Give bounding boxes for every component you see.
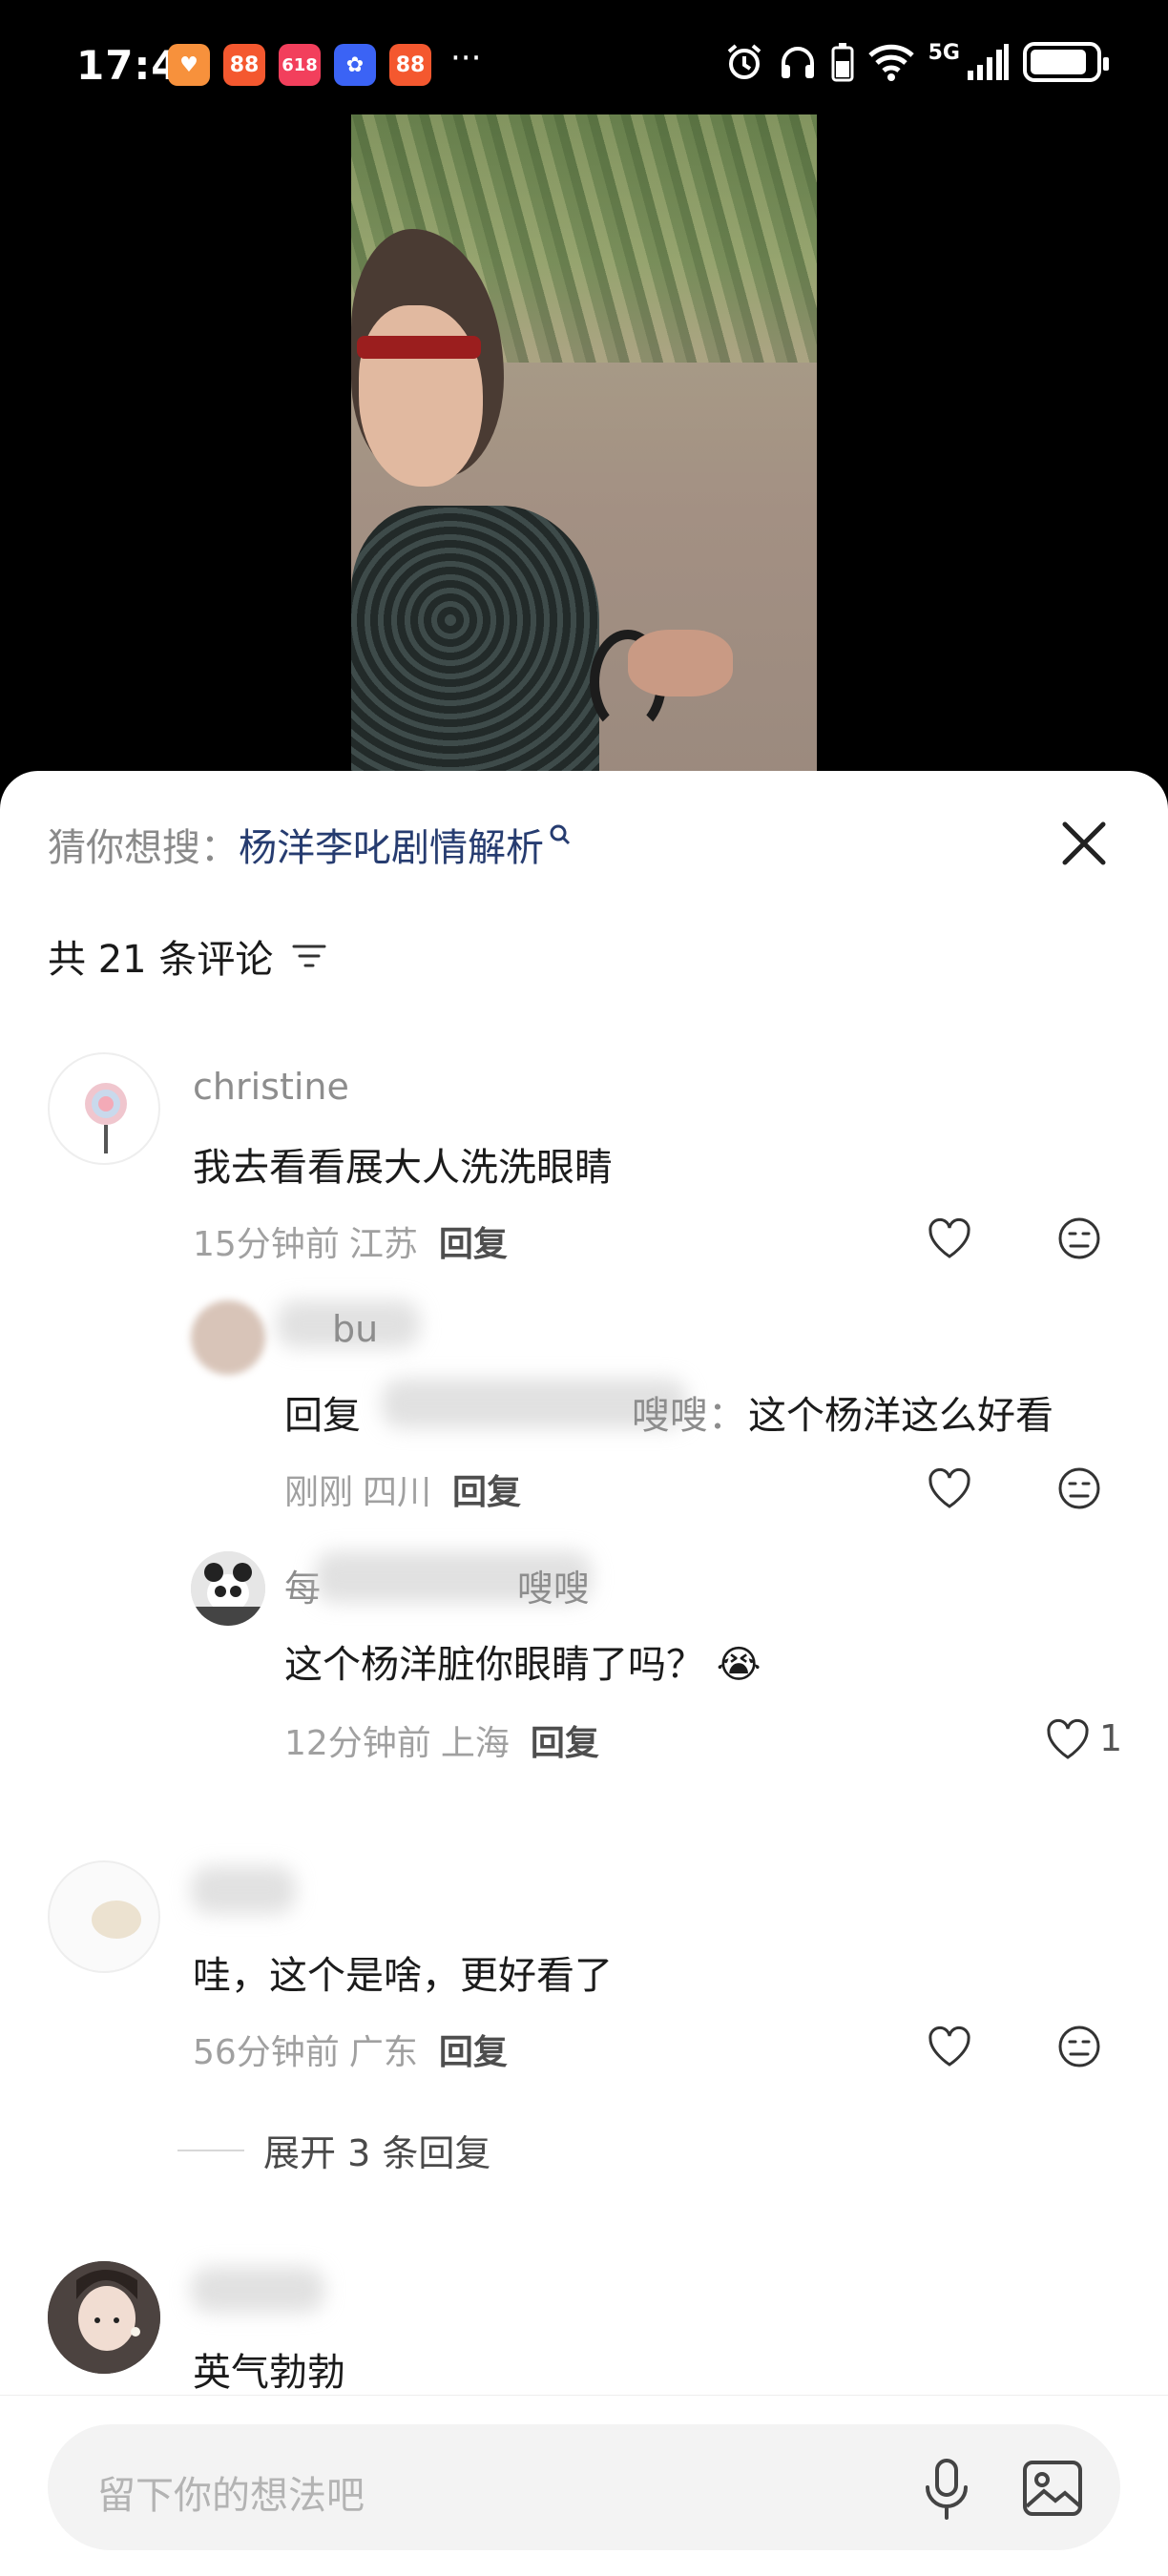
image-icon[interactable] [1021,2459,1084,2518]
more-notifications-icon: ··· [450,39,482,77]
comment-text: 我去看看展大人洗洗眼睛 [193,1146,613,1190]
status-bar: 17:49 ♥ 88 618 ✿ 88 ··· 5G [0,0,1168,114]
signal-icon [968,44,1009,80]
video-frame[interactable] [351,114,817,782]
microphone-icon[interactable] [918,2457,975,2524]
reply-time: 刚刚 [284,1473,354,1512]
reply-target-suffix: 嗖嗖： [632,1394,746,1438]
reply-text-content: 这个杨洋脏你眼睛了吗？ [284,1643,704,1687]
blurred-username [191,2267,324,2313]
reply-button[interactable]: 回复 [452,1465,521,1514]
notification-icons: ♥ 88 618 ✿ 88 ··· [168,39,482,86]
blurred-username [191,1866,296,1914]
reply-username[interactable]: bu [332,1308,378,1350]
search-suggestion-prefix: 猜你想搜： [48,826,239,870]
search-suggestion-term[interactable]: 杨洋李叱剧情解析 [239,817,544,872]
reply-button[interactable]: 回复 [439,1216,508,1266]
reply-meta: 12分钟前 上海 回复 [284,1715,599,1765]
heart-icon[interactable] [926,2023,973,2070]
avatar[interactable] [191,1551,265,1626]
comment-text: 英气勃勃 [193,2351,345,2395]
comment-username[interactable]: christine [193,1066,349,1108]
reply-username-tail: 嗖嗖 [517,1568,591,1610]
reply-button[interactable]: 回复 [531,1715,599,1765]
comment-time: 56分钟前 [193,2033,340,2072]
dislike-face-icon[interactable] [1055,2023,1103,2070]
comment-input[interactable]: 留下你的想法吧 [48,2424,1120,2550]
reply-text: 这个杨洋这么好看 [748,1394,1053,1438]
headphones-icon [781,47,814,78]
comment-location: 广东 [348,2033,418,2072]
comment-count: 共 21 条评论 [48,928,328,984]
comment-meta: 15分钟前 江苏 回复 [193,1216,508,1266]
reply-button[interactable]: 回复 [439,2025,508,2074]
expand-line [177,2149,244,2151]
sort-filter-icon[interactable] [290,941,328,971]
like-count: 1 [1099,1717,1123,1759]
video-figure-face [359,305,483,487]
heart-icon[interactable] [926,1465,973,1512]
phone-battery-icon [831,43,854,82]
dislike-face-icon[interactable] [1055,1215,1103,1262]
comment-meta: 56分钟前 广东 回复 [193,2025,508,2074]
dislike-face-icon[interactable] [1055,1465,1103,1512]
network-type: 5G [928,40,960,65]
reply-meta: 刚刚 四川 回复 [284,1465,521,1514]
wifi-icon [867,44,914,81]
avatar[interactable] [48,2261,160,2374]
expand-replies-button[interactable]: 展开 3 条回复 [177,2124,490,2176]
comment-text: 哇，这个是啥，更好看了 [193,1954,613,1998]
expand-replies-label: 展开 3 条回复 [263,2132,491,2174]
heart-icon[interactable] [1044,1715,1092,1763]
reply-location: 四川 [363,1473,432,1512]
battery-icon [1023,42,1109,82]
avatar[interactable] [48,1860,160,1973]
comment-location: 江苏 [348,1225,418,1264]
alarm-icon [727,44,761,79]
reply-text: 这个杨洋脏你眼睛了吗？ 😭 [284,1633,761,1689]
close-icon[interactable] [1057,817,1111,870]
avatar[interactable] [48,1052,160,1165]
search-icon [550,824,571,845]
app-icon-618: 618 [279,44,321,86]
video-player[interactable] [0,114,1168,782]
video-figure-armor [351,506,599,782]
avatar[interactable] [191,1300,265,1375]
heart-icon[interactable] [926,1215,973,1262]
app-icon-2: 88 [389,44,431,86]
search-suggestion[interactable]: 猜你想搜： 杨洋李叱剧情解析 [48,817,571,872]
comment-input-bar: 留下你的想法吧 [0,2395,1168,2576]
app-icon-1: 88 [223,44,265,86]
reply-location: 上海 [440,1724,510,1763]
system-icons: 5G [724,40,1109,82]
app-icon-heart: ♥ [168,44,210,86]
comment-count-label: 共 21 条评论 [48,938,274,982]
video-figure-hand [628,630,733,696]
crying-emoji-icon: 😭 [716,1643,761,1687]
app-icon-blue: ✿ [334,44,376,86]
comment-time: 15分钟前 [193,1225,340,1264]
reply-time: 12分钟前 [284,1724,431,1763]
reply-prefix: 回复 [284,1394,361,1438]
comment-sheet: 猜你想搜： 杨洋李叱剧情解析 共 21 条评论 christine 我去看看展大… [0,771,1168,2576]
video-figure-headband [357,336,481,359]
comment-input-placeholder: 留下你的想法吧 [97,2474,365,2518]
